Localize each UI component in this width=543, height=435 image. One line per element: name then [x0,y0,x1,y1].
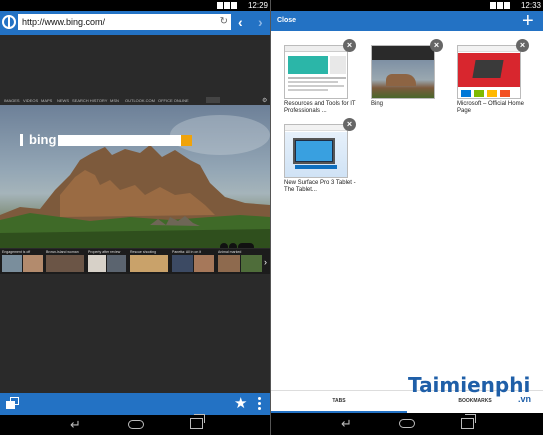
chevron-right-icon[interactable]: › [264,257,267,267]
previous-image-icon[interactable] [229,243,237,248]
nav-link-msn[interactable]: MSN [110,98,119,103]
nav-home-icon[interactable] [128,420,144,429]
status-indicators [216,2,240,9]
status-bar: 12:29 [0,0,270,11]
star-icon[interactable]: ★ [234,394,247,413]
rock-landscape [0,145,270,248]
address-bar: http://www.bing.com/ ↻ ‹ › [0,11,270,35]
tab-title: New Surface Pro 3 Tablet - The Tablet... [284,180,356,193]
close-tab-icon[interactable]: × [343,118,356,131]
info-icon[interactable] [220,243,228,248]
next-image-icon[interactable] [238,243,254,248]
tab-card[interactable]: Microsoft – Official Home Page × [457,39,529,115]
bing-hero-image: bing [0,105,270,248]
bing-nav-links: IMAGES VIDEOS MAPS NEWS SEARCH HISTORY M… [0,95,270,105]
nav-link-search-history[interactable]: SEARCH HISTORY [72,98,107,103]
tab-thumbnail [284,124,348,178]
back-arrow-icon[interactable]: ‹ [238,14,243,30]
nav-back-icon[interactable]: ↵ [341,417,352,430]
status-bar: 12:33 [271,0,543,11]
globe-icon[interactable] [2,15,16,29]
bing-search-input[interactable] [58,135,192,146]
browser-pane: 12:29 http://www.bing.com/ ↻ ‹ › IMAGES … [0,0,270,435]
tab-thumbnail [284,45,348,99]
nav-link-outlook[interactable]: OUTLOOK.COM [125,98,155,103]
nav-link-images[interactable]: IMAGES [4,98,20,103]
nav-link-news[interactable]: NEWS [57,98,69,103]
news-item[interactable]: Property after review [88,249,128,274]
plus-icon[interactable]: + [522,11,534,31]
tab-thumbnail [457,45,521,99]
url-input[interactable]: http://www.bing.com/ ↻ [18,14,231,30]
tab-title: Resources and Tools for IT Professionals… [284,101,356,114]
forward-arrow-icon[interactable]: › [258,14,263,30]
refresh-icon[interactable]: ↻ [220,16,228,28]
browser-bottom-bar: ★ [0,393,270,415]
more-icon[interactable] [258,397,262,411]
nav-recent-apps-icon[interactable] [461,414,476,429]
tab-card[interactable]: Resources and Tools for IT Professionals… [284,39,356,115]
nav-back-icon[interactable]: ↵ [70,418,81,431]
tab-title: Bing [371,101,384,107]
search-icon[interactable] [181,135,192,146]
footer-links [0,277,270,283]
news-item[interactable]: Brown-Island woman [46,249,86,274]
tab-thumbnail [371,45,435,99]
news-item[interactable]: Animal marked [218,249,264,274]
tabs-icon[interactable] [6,397,19,410]
close-tab-icon[interactable]: × [343,39,356,52]
status-indicators [489,2,513,9]
hero-controls [220,238,255,248]
system-nav-bar: ↵ [271,413,543,435]
region-flag[interactable] [206,97,220,103]
nav-link-office-online[interactable]: OFFICE ONLINE [158,98,189,103]
nav-link-maps[interactable]: MAPS [41,98,52,103]
system-nav-bar: ↵ [0,414,270,435]
nav-link-videos[interactable]: VIDEOS [23,98,38,103]
gear-icon[interactable]: ⚙ [262,97,267,104]
tab-switcher-pane: 12:33 Close + Resources and Tools for IT… [271,0,543,435]
nav-home-icon[interactable] [399,419,415,428]
bing-logo-mark [20,134,27,146]
close-tab-icon[interactable]: × [430,39,443,52]
close-tab-icon[interactable]: × [516,39,529,52]
tab-switcher-header: Close + [271,11,543,31]
tab-tabs[interactable]: TABS [271,391,407,414]
tab-card[interactable]: Bing × [371,39,443,115]
close-button[interactable]: Close [277,15,296,27]
news-item[interactable]: Engagement is off [2,249,44,274]
news-item[interactable]: Panetta: All in on it [172,249,216,274]
taimienphi-watermark: Taimienphi .vn [408,373,531,404]
screen: 12:29 http://www.bing.com/ ↻ ‹ › IMAGES … [0,0,543,435]
news-carousel: Engagement is off Brown-Island woman Pro… [0,249,270,274]
tab-card[interactable]: New Surface Pro 3 Tablet - The Tablet...… [284,118,356,194]
status-time: 12:29 [247,1,268,10]
url-text: http://www.bing.com/ [22,17,106,27]
bing-logo: bing [20,133,56,147]
news-item[interactable]: Rescue shooting [130,249,170,274]
nav-recent-apps-icon[interactable] [190,414,205,429]
tab-title: Microsoft – Official Home Page [457,101,524,114]
